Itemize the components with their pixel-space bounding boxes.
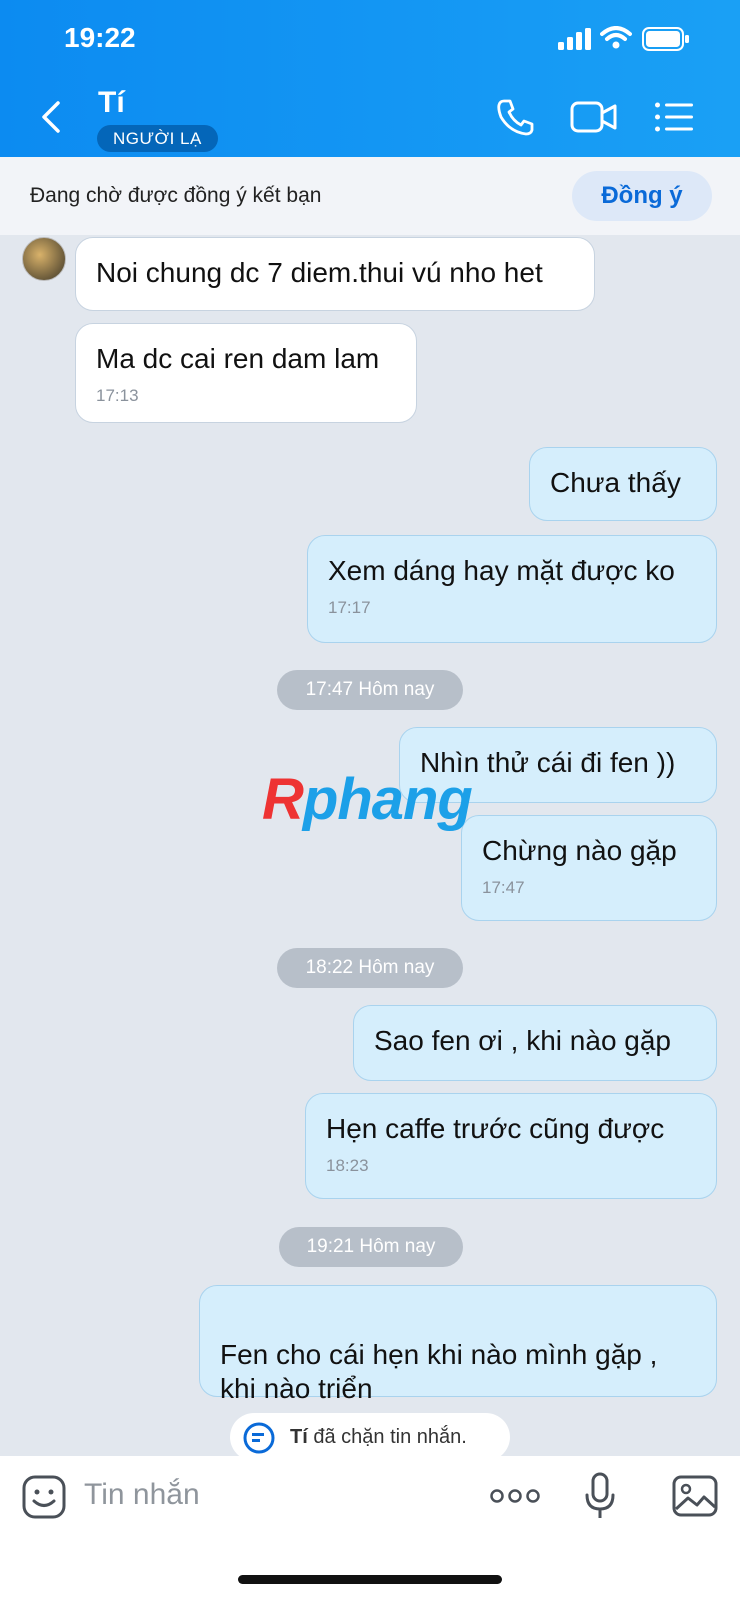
watermark-r: R <box>262 767 304 832</box>
more-dots-icon[interactable] <box>490 1488 540 1504</box>
message-time: 17:47 <box>482 878 525 897</box>
blocked-name: Tí <box>290 1426 308 1448</box>
battery-icon <box>642 27 689 51</box>
message-time: 18:23 <box>326 1156 369 1175</box>
message-bubble-outgoing[interactable]: Chừng nào gặp 17:47 <box>461 815 717 921</box>
message-bubble-outgoing[interactable]: Hẹn caffe trước cũng được 18:23 <box>305 1093 717 1199</box>
message-time: 17:17 <box>328 598 371 617</box>
status-bar: 19:22 <box>0 0 740 80</box>
list-menu-icon[interactable] <box>654 101 694 133</box>
message-bubble-outgoing[interactable]: Xem dáng hay mặt được ko 17:17 <box>307 535 717 643</box>
message-bubble-outgoing[interactable]: Chưa thấy <box>529 447 717 521</box>
watermark-logo: Rphang <box>262 766 473 833</box>
home-indicator <box>238 1575 502 1584</box>
message-text: Chừng nào gặp <box>482 835 677 866</box>
signal-icon <box>558 28 591 50</box>
wifi-icon <box>600 26 632 49</box>
avatar[interactable] <box>22 237 66 281</box>
date-separator: 19:21 Hôm nay <box>279 1227 463 1267</box>
pending-text: Đang chờ được đồng ý kết bạn <box>30 184 322 207</box>
message-bubble-incoming[interactable]: Noi chung dc 7 diem.thui vú nho het <box>75 237 595 311</box>
message-text: Fen cho cái hẹn khi nào mình gặp , khi n… <box>220 1339 658 1404</box>
back-chevron-left-icon[interactable] <box>38 100 66 134</box>
date-separator: 17:47 Hôm nay <box>277 670 463 710</box>
accept-button[interactable]: Đồng ý <box>572 171 712 221</box>
message-text: Ma dc cai ren dam lam <box>96 343 380 374</box>
message-text: Xem dáng hay mặt được ko <box>328 555 675 586</box>
image-icon[interactable] <box>672 1475 718 1517</box>
message-time: 17:13 <box>96 386 139 405</box>
blocked-notice: Tí đã chặn tin nhắn. <box>230 1413 510 1461</box>
phone-icon[interactable] <box>496 98 536 136</box>
stranger-badge: NGƯỜI LẠ <box>97 125 218 152</box>
status-time: 19:22 <box>64 22 136 53</box>
blocked-chat-icon <box>243 1422 275 1454</box>
message-text: Hẹn caffe trước cũng được <box>326 1113 665 1144</box>
message-bubble-outgoing[interactable]: Sao fen ơi , khi nào gặp <box>353 1005 717 1081</box>
video-icon[interactable] <box>570 101 618 133</box>
message-input[interactable]: Tin nhắn <box>84 1478 200 1512</box>
watermark-rest: phang <box>302 767 473 832</box>
message-text: Chưa thấy <box>550 467 681 498</box>
date-separator: 18:22 Hôm nay <box>277 948 463 988</box>
message-text: Sao fen ơi , khi nào gặp <box>374 1025 672 1056</box>
sticker-smile-icon[interactable] <box>22 1475 66 1519</box>
message-bubble-incoming[interactable]: Ma dc cai ren dam lam 17:13 <box>75 323 417 423</box>
message-bubble-outgoing[interactable]: Fen cho cái hẹn khi nào mình gặp , khi n… <box>199 1285 717 1404</box>
message-text: Noi chung dc 7 diem.thui vú nho het <box>96 257 543 288</box>
microphone-icon[interactable] <box>584 1472 616 1522</box>
contact-name[interactable]: Tí <box>98 86 125 120</box>
blocked-text: đã chặn tin nhắn. <box>307 1426 467 1448</box>
